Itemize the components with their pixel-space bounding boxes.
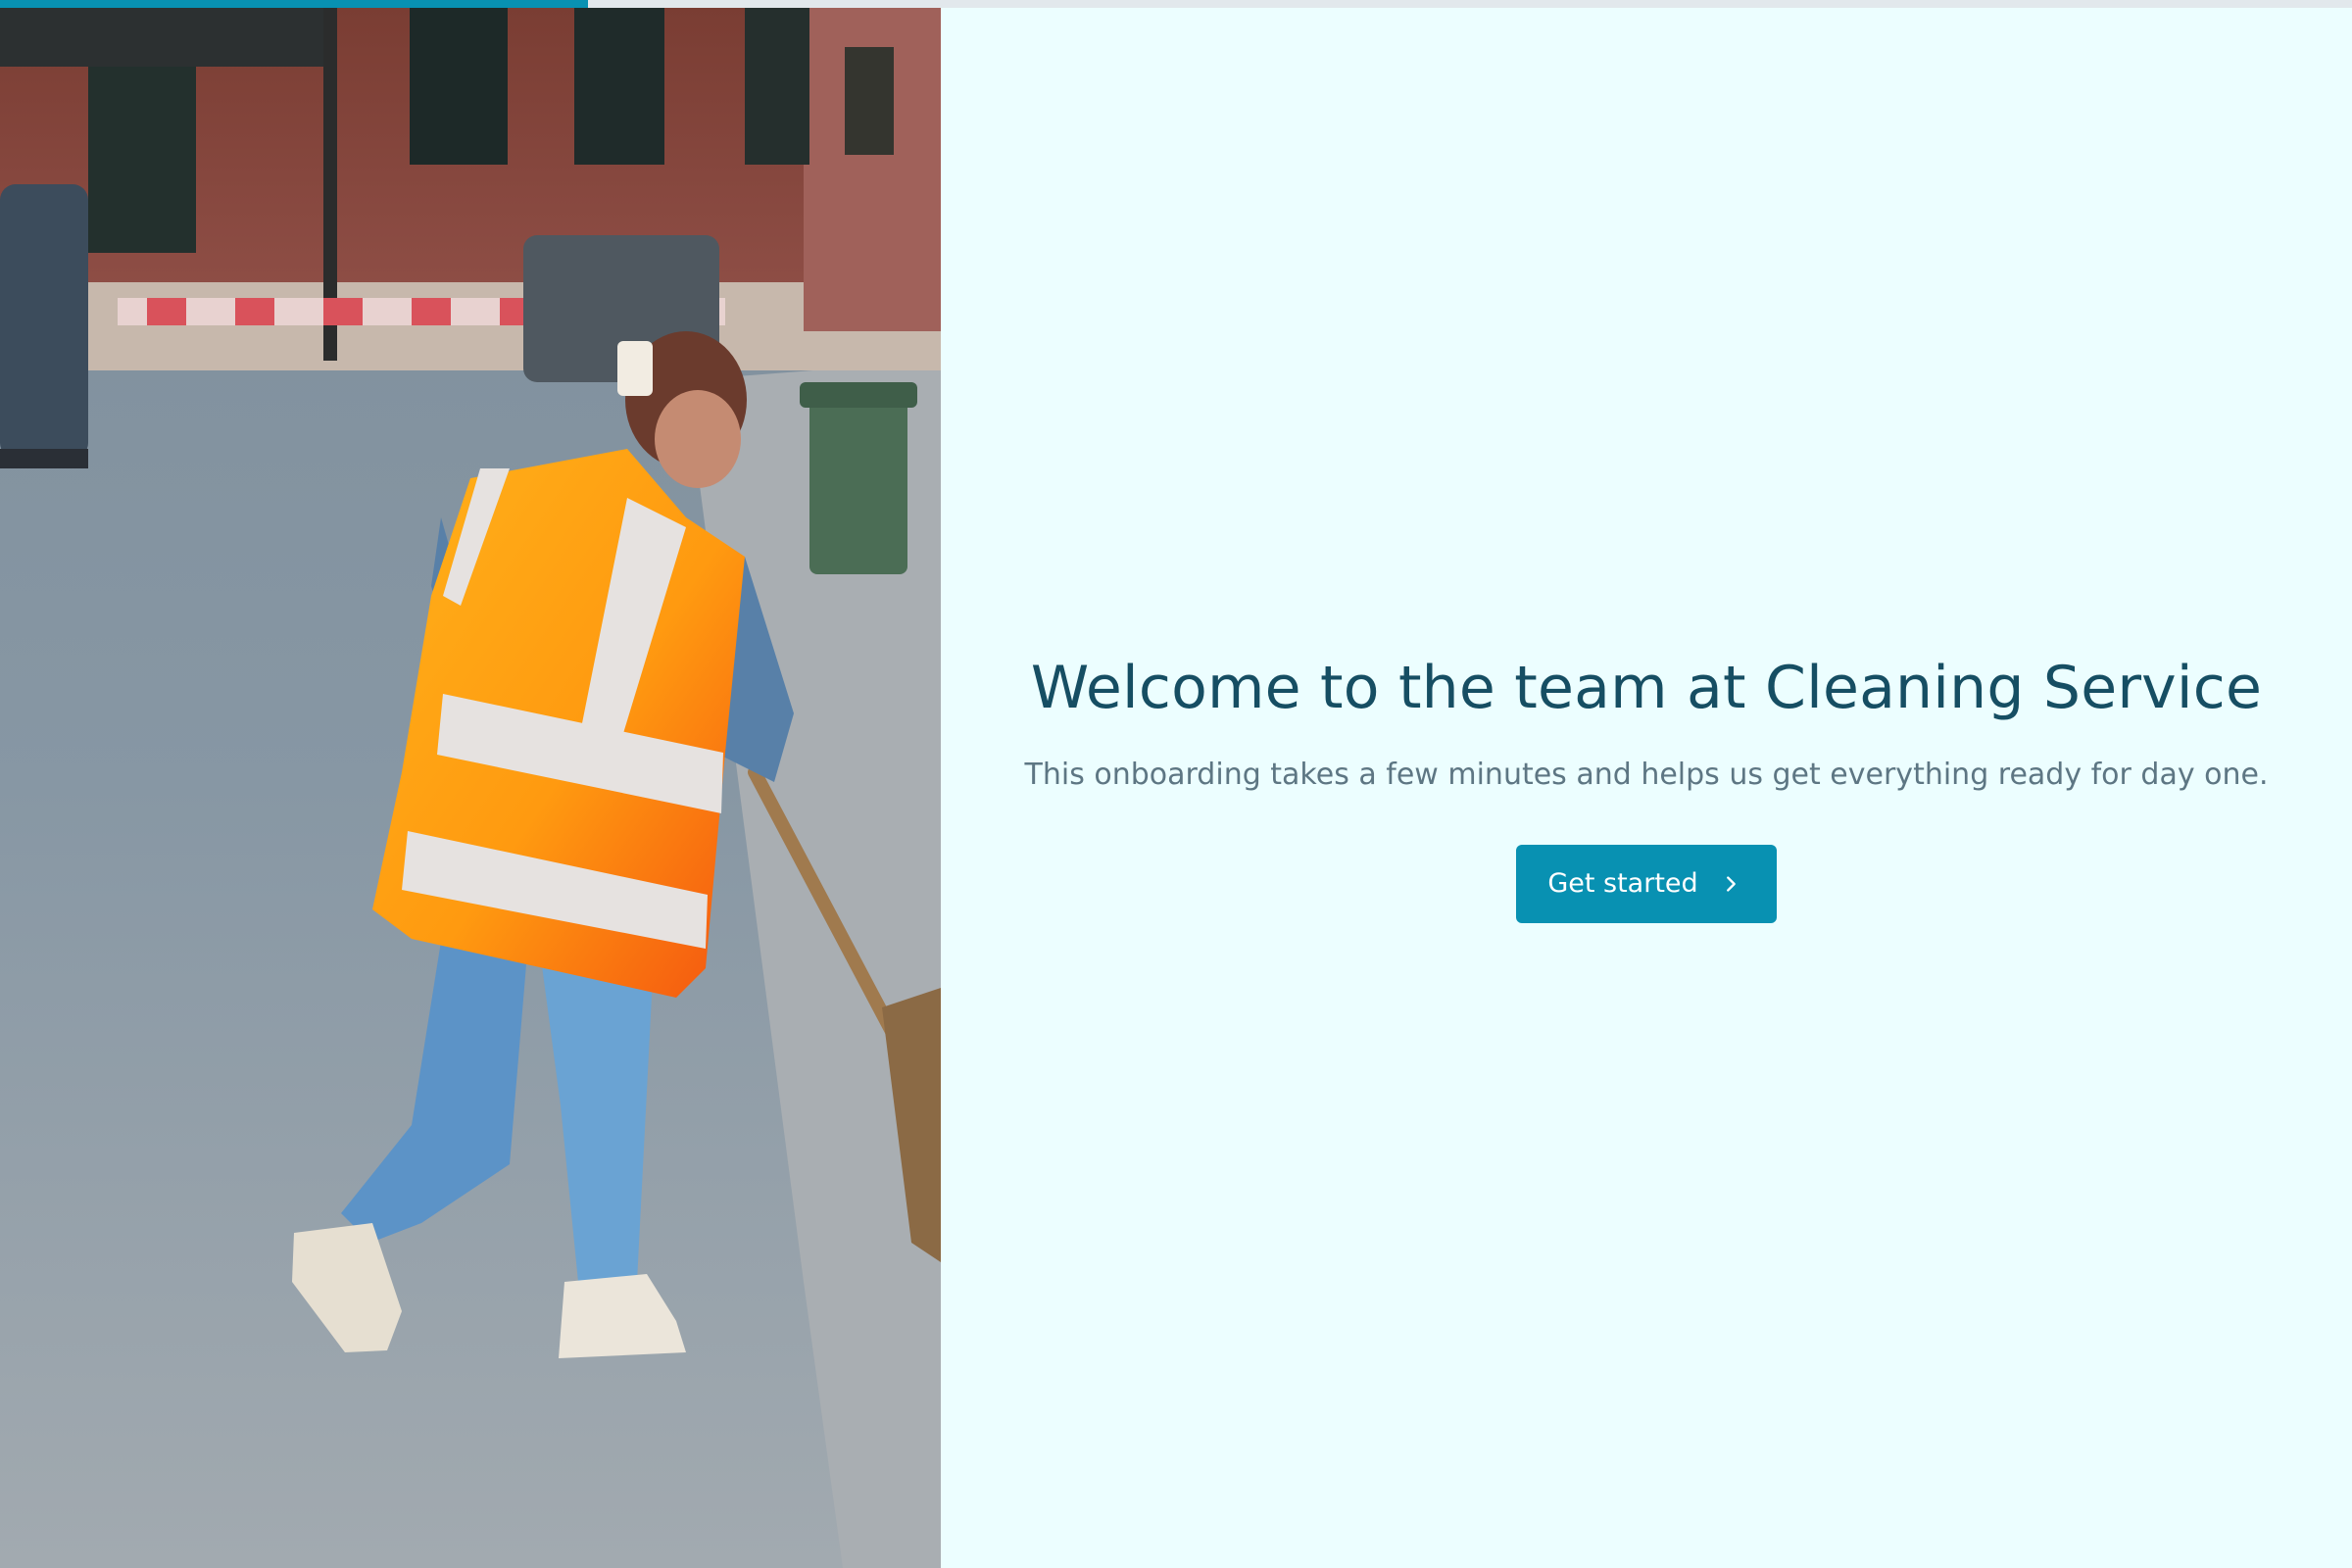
chevron-right-icon bbox=[1720, 873, 1741, 895]
onboarding-progress-bar bbox=[0, 0, 2352, 8]
hero-photo bbox=[0, 8, 941, 1568]
welcome-title: Welcome to the team at Cleaning Service bbox=[1030, 653, 2263, 722]
street-cleaner-illustration bbox=[0, 8, 941, 1568]
welcome-panel: Welcome to the team at Cleaning Service … bbox=[941, 8, 2352, 1568]
get-started-button[interactable]: Get started bbox=[1516, 844, 1777, 923]
welcome-subtitle: This onboarding takes a few minutes and … bbox=[1024, 757, 2269, 792]
onboarding-progress-fill bbox=[0, 0, 588, 8]
get-started-label: Get started bbox=[1547, 868, 1698, 899]
